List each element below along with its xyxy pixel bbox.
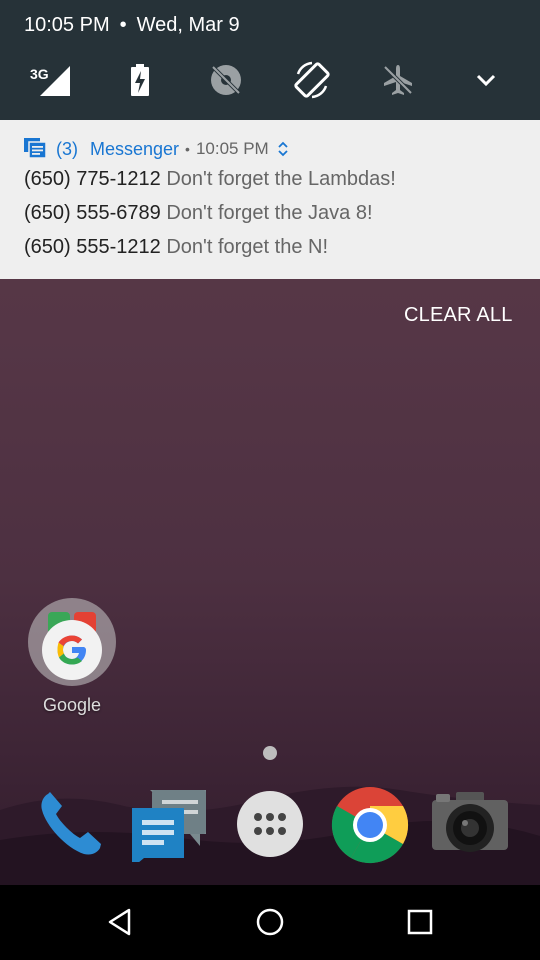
navigation-bar	[0, 885, 540, 960]
notification-time: 10:05 PM	[195, 139, 269, 158]
google-folder-icon	[42, 612, 102, 680]
signal-3g-icon[interactable]: 3G	[26, 58, 70, 102]
recents-icon[interactable]	[395, 897, 445, 947]
message-line: (650) 555-1212 Don't forget the N!	[24, 236, 328, 259]
notification-header: (3) Messenger • 10:05 PM	[24, 136, 289, 162]
expand-toggle-icon[interactable]	[277, 141, 289, 157]
camera-icon[interactable]	[430, 786, 508, 862]
message-sender: (650) 775-1212	[24, 168, 161, 190]
expand-chevron-icon[interactable]	[464, 58, 508, 102]
message-sender: (650) 555-6789	[24, 202, 161, 224]
battery-icon[interactable]	[118, 58, 162, 102]
airplane-mode-icon[interactable]	[376, 58, 420, 102]
page-indicator	[263, 746, 277, 760]
google-folder-label: Google	[42, 695, 102, 715]
message-text: Don't forget the Lambdas!	[166, 168, 396, 190]
home-icon[interactable]	[245, 897, 295, 947]
messenger-icon[interactable]	[130, 786, 206, 868]
messenger-notification[interactable]: (3) Messenger • 10:05 PM (650) 775-1212 …	[0, 120, 540, 279]
clear-all-button[interactable]: CLEAR ALL	[404, 304, 513, 327]
messenger-app-icon	[24, 138, 46, 159]
notification-count: (3)	[56, 138, 78, 159]
back-icon[interactable]	[95, 897, 145, 947]
separator-dot: •	[119, 14, 127, 36]
auto-rotate-icon[interactable]	[290, 58, 334, 102]
phone-icon[interactable]	[32, 786, 108, 862]
status-time-date: 10:05 PM • Wed, Mar 9	[24, 14, 240, 37]
message-line: (650) 775-1212 Don't forget the Lambdas!	[24, 168, 396, 191]
header-separator: •	[185, 141, 190, 157]
message-sender: (650) 555-1212	[24, 236, 161, 258]
location-off-icon[interactable]	[204, 58, 248, 102]
message-line: (650) 555-6789 Don't forget the Java 8!	[24, 202, 373, 225]
clock-time[interactable]: 10:05 PM	[24, 14, 110, 36]
signal-3g-label: 3G	[30, 66, 49, 82]
chrome-icon[interactable]	[331, 786, 409, 864]
quick-settings-panel: 10:05 PM • Wed, Mar 9 3G	[0, 0, 540, 120]
date-text[interactable]: Wed, Mar 9	[137, 14, 240, 36]
google-folder[interactable]	[28, 598, 116, 686]
message-text: Don't forget the Java 8!	[166, 202, 373, 224]
app-name: Messenger	[90, 138, 180, 159]
message-text: Don't forget the N!	[166, 236, 329, 258]
app-drawer-icon[interactable]	[232, 786, 308, 862]
